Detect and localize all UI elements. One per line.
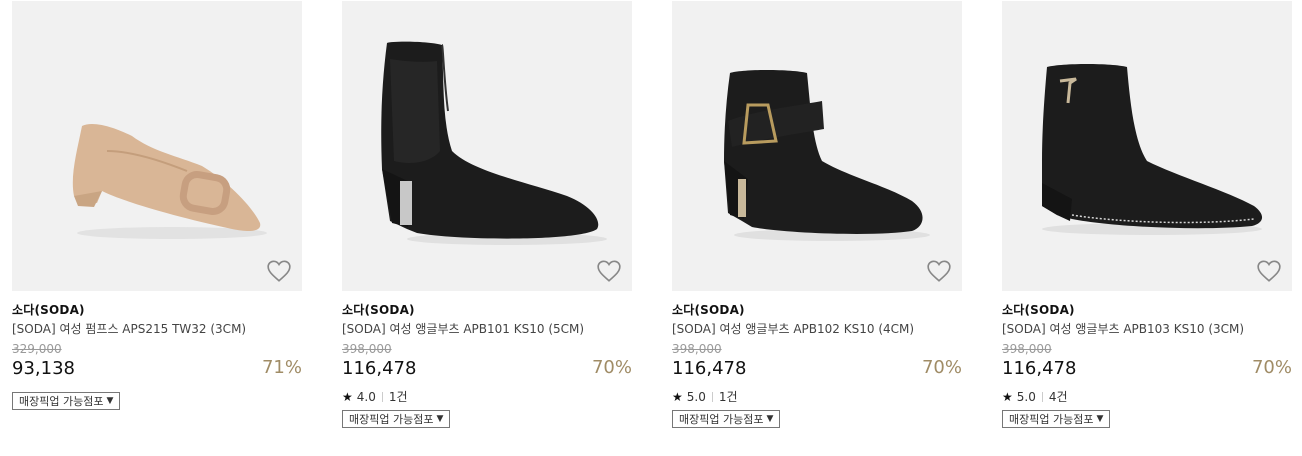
discount-rate: 70% [591, 357, 632, 378]
brand-label: 소다(SODA) [672, 303, 745, 317]
product-image[interactable] [342, 1, 632, 291]
caret-down-icon: ▼ [766, 414, 774, 424]
product-image[interactable] [672, 1, 962, 291]
heart-outline-icon[interactable] [1256, 259, 1282, 283]
product-name[interactable]: [SODA] 여성 앵글부츠 APB103 KS10 (3CM) [1002, 320, 1244, 337]
pump-shoe-image [72, 124, 267, 239]
discount-rate: 70% [921, 357, 962, 378]
product-name[interactable]: [SODA] 여성 앵글부츠 APB102 KS10 (4CM) [672, 320, 914, 337]
chelsea-boot-image [381, 41, 607, 245]
original-price: 398,000 [342, 342, 392, 356]
original-price: 398,000 [672, 342, 722, 356]
star-icon: ★ [672, 389, 683, 404]
product-grid: 소다(SODA) [SODA] 여성 펌프스 APS215 TW32 (3CM)… [12, 1, 1292, 441]
store-pickup-label: 매장픽업 가능점포 [349, 413, 434, 426]
original-price: 329,000 [12, 342, 62, 356]
store-pickup-label: 매장픽업 가능점포 [1009, 413, 1094, 426]
rating-row: ★ 4.0 1건 [342, 388, 408, 405]
rating-value: 4.0 [356, 389, 376, 404]
sale-price: 116,478 [672, 358, 747, 379]
store-pickup-dropdown[interactable]: 매장픽업 가능점포 ▼ [12, 392, 121, 410]
store-pickup-dropdown[interactable]: 매장픽업 가능점포 ▼ [342, 410, 451, 428]
product-name[interactable]: [SODA] 여성 펌프스 APS215 TW32 (3CM) [12, 320, 246, 337]
product-card[interactable]: 소다(SODA) [SODA] 여성 펌프스 APS215 TW32 (3CM)… [12, 1, 302, 410]
rating-row: ★ 5.0 1건 [672, 388, 738, 405]
brand-label: 소다(SODA) [1002, 303, 1075, 317]
rating-row: ★ 5.0 4건 [1002, 388, 1068, 405]
sale-price: 116,478 [1002, 358, 1077, 379]
caret-down-icon: ▼ [106, 396, 114, 406]
heart-outline-icon[interactable] [596, 259, 622, 283]
buckle-boot-image [724, 70, 930, 241]
star-icon: ★ [342, 389, 353, 404]
original-price: 398,000 [1002, 342, 1052, 356]
product-card[interactable]: 소다(SODA) [SODA] 여성 앵글부츠 APB103 KS10 (3CM… [1002, 1, 1292, 428]
divider [381, 391, 383, 402]
caret-down-icon: ▼ [436, 414, 444, 424]
store-pickup-label: 매장픽업 가능점포 [19, 395, 104, 408]
brand-label: 소다(SODA) [12, 303, 85, 317]
store-pickup-label: 매장픽업 가능점포 [679, 413, 764, 426]
discount-rate: 71% [261, 357, 302, 378]
store-pickup-dropdown[interactable]: 매장픽업 가능점포 ▼ [672, 410, 781, 428]
caret-down-icon: ▼ [1096, 414, 1104, 424]
rating-value: 5.0 [1016, 389, 1036, 404]
brand-label: 소다(SODA) [342, 303, 415, 317]
sale-price: 93,138 [12, 358, 75, 379]
discount-rate: 70% [1251, 357, 1292, 378]
star-icon: ★ [1002, 389, 1013, 404]
sale-price: 116,478 [342, 358, 417, 379]
product-image[interactable] [12, 1, 302, 291]
product-card[interactable]: 소다(SODA) [SODA] 여성 앵글부츠 APB102 KS10 (4CM… [672, 1, 962, 428]
heart-outline-icon[interactable] [926, 259, 952, 283]
store-pickup-dropdown[interactable]: 매장픽업 가능점포 ▼ [1002, 410, 1111, 428]
ankle-boot-image [1042, 64, 1263, 235]
product-card[interactable]: 소다(SODA) [SODA] 여성 앵글부츠 APB101 KS10 (5CM… [342, 1, 632, 428]
review-count: 1건 [388, 390, 408, 404]
divider [1041, 391, 1043, 402]
product-image[interactable] [1002, 1, 1292, 291]
product-name[interactable]: [SODA] 여성 앵글부츠 APB101 KS10 (5CM) [342, 320, 584, 337]
divider [711, 391, 713, 402]
review-count: 1건 [718, 390, 738, 404]
rating-value: 5.0 [686, 389, 706, 404]
review-count: 4건 [1048, 390, 1068, 404]
heart-outline-icon[interactable] [266, 259, 292, 283]
